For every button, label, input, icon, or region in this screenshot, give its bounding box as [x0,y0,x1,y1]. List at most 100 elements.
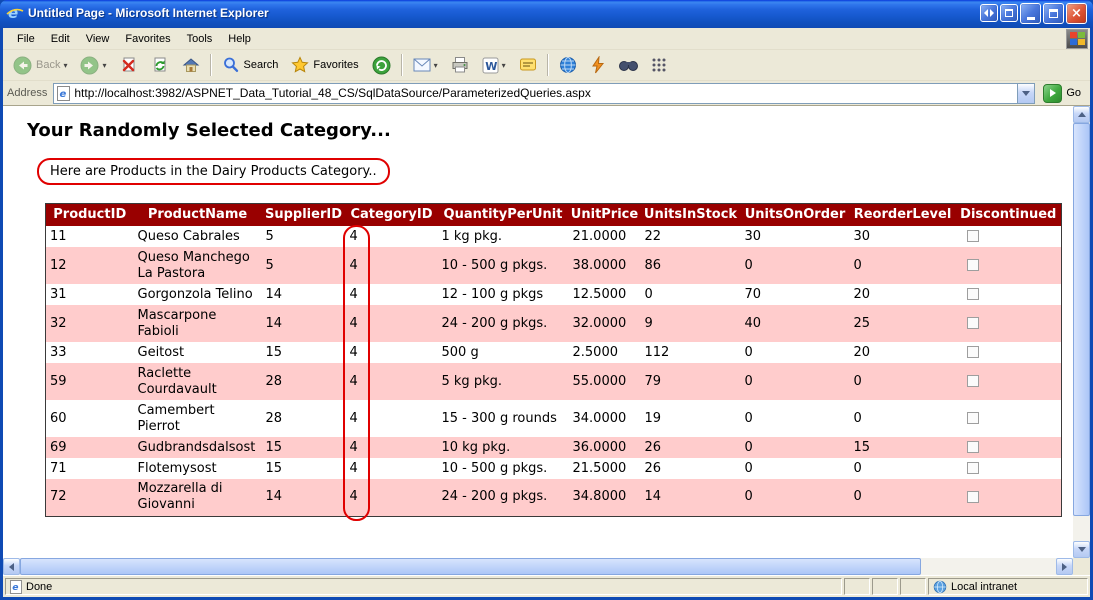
table-row: 71Flotemysost15410 - 500 g pkgs.21.50002… [46,458,1062,479]
status-spacer-panel [900,578,926,595]
cell-productid: 12 [46,247,134,284]
cell-unitsinstock: 26 [641,437,741,458]
cell-quantityperunit: 10 - 500 g pkgs. [438,458,569,479]
menu-bar: FileEditViewFavoritesToolsHelp [3,28,1090,50]
scroll-down-button[interactable] [1073,541,1090,558]
forward-dropdown-icon[interactable]: ▾ [102,61,106,70]
security-zone-panel: Local intranet [928,578,1088,595]
addon-globe-button[interactable] [553,52,583,78]
maximize-button[interactable] [1043,3,1064,24]
arrow-left-icon [9,563,14,571]
cell-productid: 60 [46,400,134,437]
menu-item-help[interactable]: Help [220,30,259,48]
go-button[interactable]: Go [1041,82,1086,105]
cell-unitprice: 21.0000 [569,226,641,247]
cell-categoryid: 4 [346,437,438,458]
refresh-button[interactable] [145,52,175,78]
cell-productid: 69 [46,437,134,458]
cell-unitprice: 55.0000 [569,363,641,400]
table-row: 72Mozzarella di Giovanni14424 - 200 g pk… [46,479,1062,516]
favorites-button[interactable]: Favorites [285,52,364,78]
menu-item-tools[interactable]: Tools [179,30,221,48]
category-annotation-label: Here are Products in the Dairy Products … [37,158,390,185]
stop-icon [120,56,138,74]
scroll-left-button[interactable] [3,558,20,575]
discontinued-checkbox [967,491,979,503]
print-button[interactable] [445,52,475,78]
horizontal-scroll-thumb[interactable] [20,558,921,575]
address-input[interactable]: e http://localhost:3982/ASPNET_Data_Tuto… [53,83,1035,104]
scroll-up-button[interactable] [1073,106,1090,123]
close-button[interactable]: × [1066,3,1087,24]
cell-reorderlevel: 0 [850,247,956,284]
minimize-button[interactable] [1020,3,1041,24]
back-button[interactable]: Back ▾ [7,52,73,78]
discontinued-checkbox [967,346,979,358]
addon-research-button[interactable] [613,52,644,78]
cell-supplierid: 15 [262,437,346,458]
forward-button[interactable]: ▾ [74,52,112,78]
cell-productname: Queso Cabrales [134,226,262,247]
vertical-scroll-thumb[interactable] [1073,123,1090,516]
cell-productname: Gudbrandsdalsost [134,437,262,458]
table-row: 33Geitost154500 g2.5000112020 [46,342,1062,363]
cell-quantityperunit: 500 g [438,342,569,363]
cell-quantityperunit: 24 - 200 g pkgs. [438,479,569,516]
history-button[interactable] [366,52,397,78]
menu-item-file[interactable]: File [9,30,43,48]
cell-discontinued [956,437,1062,458]
home-button[interactable] [176,52,206,78]
discontinued-checkbox [967,441,979,453]
vertical-scrollbar[interactable] [1073,106,1090,558]
cell-unitprice: 12.5000 [569,284,641,305]
page-content: Your Randomly Selected Category... Here … [3,106,1073,558]
cell-productname: Geitost [134,342,262,363]
addon-links-button[interactable] [645,52,673,78]
zone-label: Local intranet [951,581,1017,593]
edit-with-word-button[interactable]: W ▾ [476,52,512,78]
address-dropdown-button[interactable] [1017,84,1034,103]
search-label: Search [244,59,279,71]
back-dropdown-icon[interactable]: ▾ [63,61,67,70]
cell-productname: Mozzarella di Giovanni [134,479,262,516]
arrow-right-icon [1062,563,1067,571]
mail-dropdown-icon[interactable]: ▾ [434,61,438,70]
stop-button[interactable] [114,52,144,78]
cell-discontinued [956,247,1062,284]
horizontal-scroll-track[interactable] [20,558,1056,575]
horizontal-scrollbar[interactable] [3,558,1073,575]
column-header-productname: ProductName [134,204,262,227]
cell-unitsinstock: 0 [641,284,741,305]
browser-viewport: Your Randomly Selected Category... Here … [3,106,1090,558]
cell-unitprice: 2.5000 [569,342,641,363]
menu-item-favorites[interactable]: Favorites [117,30,178,48]
mail-button[interactable]: ▾ [407,52,444,78]
table-header-row: ProductIDProductNameSupplierIDCategoryID… [46,204,1062,227]
discuss-button[interactable] [513,52,543,78]
search-icon [222,56,240,74]
cell-unitsinstock: 112 [641,342,741,363]
column-header-reorderlevel: ReorderLevel [850,204,956,227]
cell-supplierid: 14 [262,305,346,342]
column-header-unitsinstock: UnitsInStock [641,204,741,227]
scrollbar-corner [1073,558,1090,575]
title-extra-arrows-button[interactable] [980,4,998,22]
cell-unitsinstock: 26 [641,458,741,479]
addon-lightning-button[interactable] [584,52,612,78]
discontinued-checkbox [967,288,979,300]
title-extra-window-button[interactable] [1000,4,1018,22]
cell-unitprice: 36.0000 [569,437,641,458]
globe-icon [559,56,577,74]
search-button[interactable]: Search [216,52,285,78]
menu-item-view[interactable]: View [78,30,118,48]
cell-discontinued [956,342,1062,363]
cell-quantityperunit: 15 - 300 g rounds [438,400,569,437]
cell-productname: Camembert Pierrot [134,400,262,437]
menu-item-edit[interactable]: Edit [43,30,78,48]
scroll-right-button[interactable] [1056,558,1073,575]
cell-supplierid: 28 [262,363,346,400]
cell-categoryid: 4 [346,458,438,479]
cell-discontinued [956,400,1062,437]
vertical-scroll-track[interactable] [1073,123,1090,541]
edit-dropdown-icon[interactable]: ▾ [502,61,506,70]
